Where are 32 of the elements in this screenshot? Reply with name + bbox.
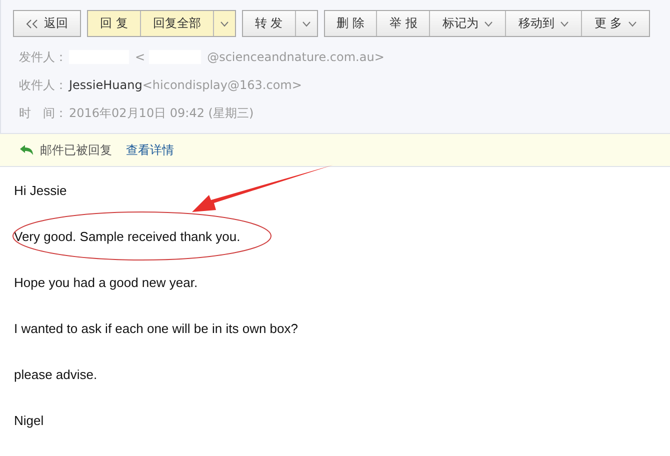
message-line: Hi Jessie [14, 183, 67, 198]
caret-icon [484, 20, 494, 26]
back-button[interactable]: 返回 [14, 11, 80, 36]
toolbar-button[interactable]: 举 报 [376, 11, 430, 36]
recipient-name: JessieHuang [69, 78, 142, 92]
message-line: Nigel [14, 413, 44, 428]
double-chevron-icon [26, 18, 38, 28]
reply-arrow-icon [20, 144, 34, 156]
field-label: 收件人： [19, 76, 67, 94]
details-link[interactable]: 查看详情 [126, 142, 174, 158]
message-line: please advise. [14, 367, 98, 382]
sender-address: < [135, 50, 146, 64]
message-line: Very good. Sample received thank you. [14, 229, 240, 244]
field-label: 时 间： [19, 104, 67, 122]
message-line: I wanted to ask if each one will be in its own box? [14, 321, 298, 336]
toolbar-button[interactable]: 删 除 [324, 11, 376, 36]
caret-icon [628, 20, 638, 26]
toolbar-button[interactable]: 回复全部 [140, 11, 213, 36]
caret-icon [560, 20, 570, 26]
toolbar-button[interactable]: 回 复 [88, 11, 140, 36]
notice-text: 邮件已被回复 [40, 142, 112, 158]
caret-icon [220, 20, 229, 26]
toolbar-button[interactable]: 转 发 [242, 11, 295, 36]
dropdown-button[interactable]: 标记为 [429, 11, 506, 36]
dropdown-button[interactable]: 移动到 [505, 11, 582, 36]
recipient-address: <hicondisplay@163.com> [142, 78, 302, 92]
field-label: 发件人： [19, 48, 67, 66]
dropdown-button[interactable]: 更 多 [581, 11, 650, 36]
sender-address: @scienceandnature.com.au> [207, 50, 384, 64]
sent-time: 2016年02月10日 09:42 (星期三) [69, 104, 254, 122]
message-line: Hope you had a good new year. [14, 275, 198, 290]
caret-icon [302, 20, 311, 26]
